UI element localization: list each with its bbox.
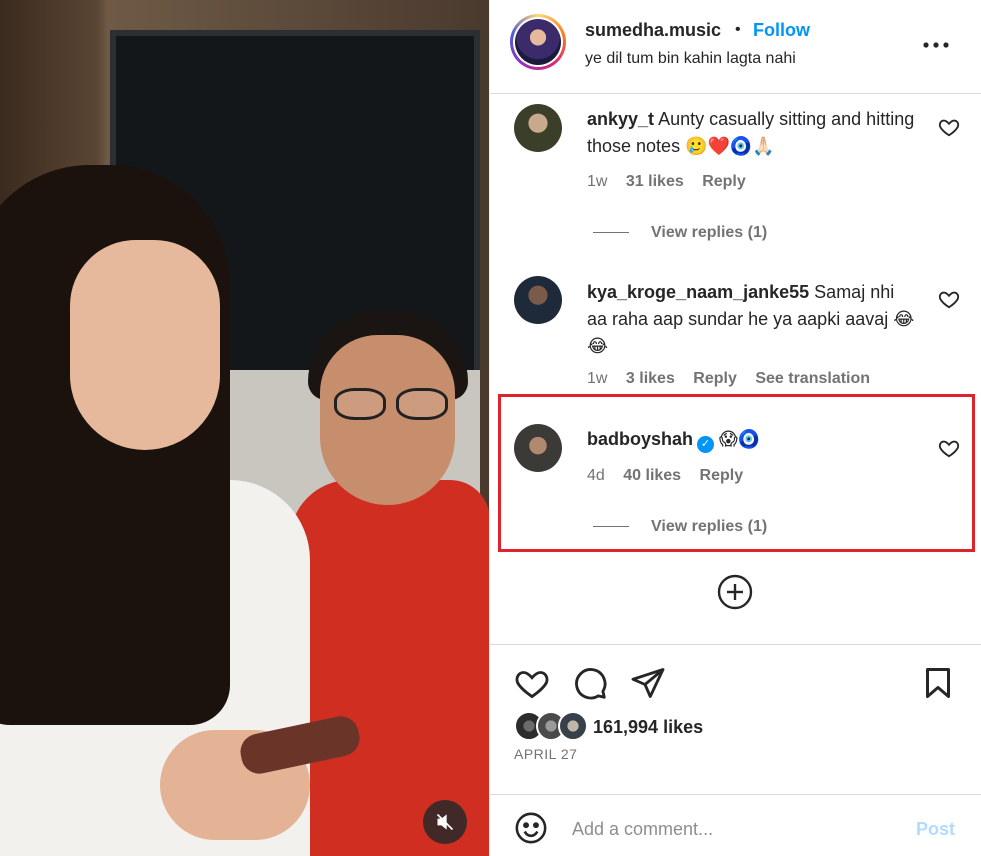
comment-text: ankyy_t Aunty casually sitting and hitti…: [587, 106, 917, 160]
comment-time: 1w: [587, 173, 608, 190]
comment-meta: 4d 40 likes Reply: [587, 467, 757, 485]
commenter-username[interactable]: ankyy_t: [587, 109, 654, 129]
view-replies-label: View replies (1): [651, 224, 768, 241]
commenter-username[interactable]: kya_kroge_naam_janke55: [587, 282, 809, 302]
post-header: sumedha.music • Follow ye dil tum bin ka…: [490, 0, 981, 94]
commenter-avatar[interactable]: [514, 424, 562, 472]
author-avatar[interactable]: [510, 14, 566, 70]
comment-meta: 1w 3 likes Reply See translation: [587, 370, 884, 388]
replies-divider: [593, 232, 629, 234]
separator-dot: •: [735, 21, 741, 38]
post-actions: 161,994 likes APRIL 27: [490, 644, 981, 794]
view-replies-label: View replies (1): [651, 518, 768, 535]
post-date: APRIL 27: [514, 746, 578, 762]
comment-likes[interactable]: 31 likes: [626, 173, 684, 190]
comment-text: kya_kroge_naam_janke55 Samaj nhi aa raha…: [587, 279, 917, 360]
emoji-icon[interactable]: [514, 811, 548, 845]
author-username[interactable]: sumedha.music: [585, 20, 721, 41]
comment-body: 😱🧿: [719, 429, 761, 449]
media-glasses: [330, 388, 450, 422]
reply-button[interactable]: Reply: [700, 467, 744, 484]
liker-avatar: [558, 711, 588, 741]
commenter-avatar[interactable]: [514, 276, 562, 324]
comment-text: badboyshah ✓ 😱🧿: [587, 426, 917, 453]
comment-likes[interactable]: 40 likes: [623, 467, 681, 484]
comment-input[interactable]: Add a comment...: [572, 819, 713, 840]
comment-meta: 1w 31 likes Reply: [587, 173, 760, 191]
like-comment-icon[interactable]: [938, 437, 960, 459]
like-icon[interactable]: [514, 665, 550, 701]
commenter-username[interactable]: badboyshah: [587, 429, 693, 449]
likes-count[interactable]: 161,994 likes: [593, 717, 703, 738]
view-replies-button[interactable]: View replies (1): [593, 224, 767, 242]
see-translation-button[interactable]: See translation: [755, 370, 870, 387]
comment-composer: Add a comment... Post: [490, 794, 981, 856]
post-comment-button[interactable]: Post: [916, 819, 955, 840]
save-icon[interactable]: [920, 665, 956, 701]
audio-title[interactable]: ye dil tum bin kahin lagta nahi: [585, 50, 796, 68]
mute-icon[interactable]: [423, 800, 467, 844]
media-singer-face: [70, 240, 220, 450]
commenter-avatar[interactable]: [514, 104, 562, 152]
comment-icon[interactable]: [572, 665, 608, 701]
replies-divider: [593, 526, 629, 528]
more-options-icon[interactable]: [923, 28, 949, 54]
comment-time: 4d: [587, 467, 605, 484]
liked-by-avatars[interactable]: [514, 711, 594, 743]
verified-badge-icon: ✓: [697, 436, 715, 453]
like-comment-icon[interactable]: [938, 288, 960, 310]
load-more-comments-icon[interactable]: [717, 574, 753, 610]
follow-button[interactable]: Follow: [753, 20, 810, 41]
comment-likes[interactable]: 3 likes: [626, 370, 675, 387]
post-media[interactable]: [0, 0, 489, 856]
reply-button[interactable]: Reply: [693, 370, 737, 387]
media-person-dress: [290, 480, 489, 856]
like-comment-icon[interactable]: [938, 116, 960, 138]
comment-time: 1w: [587, 370, 608, 387]
reply-button[interactable]: Reply: [702, 173, 746, 190]
view-replies-button[interactable]: View replies (1): [593, 518, 767, 536]
post-sidebar: sumedha.music • Follow ye dil tum bin ka…: [489, 0, 981, 856]
share-icon[interactable]: [630, 665, 666, 701]
